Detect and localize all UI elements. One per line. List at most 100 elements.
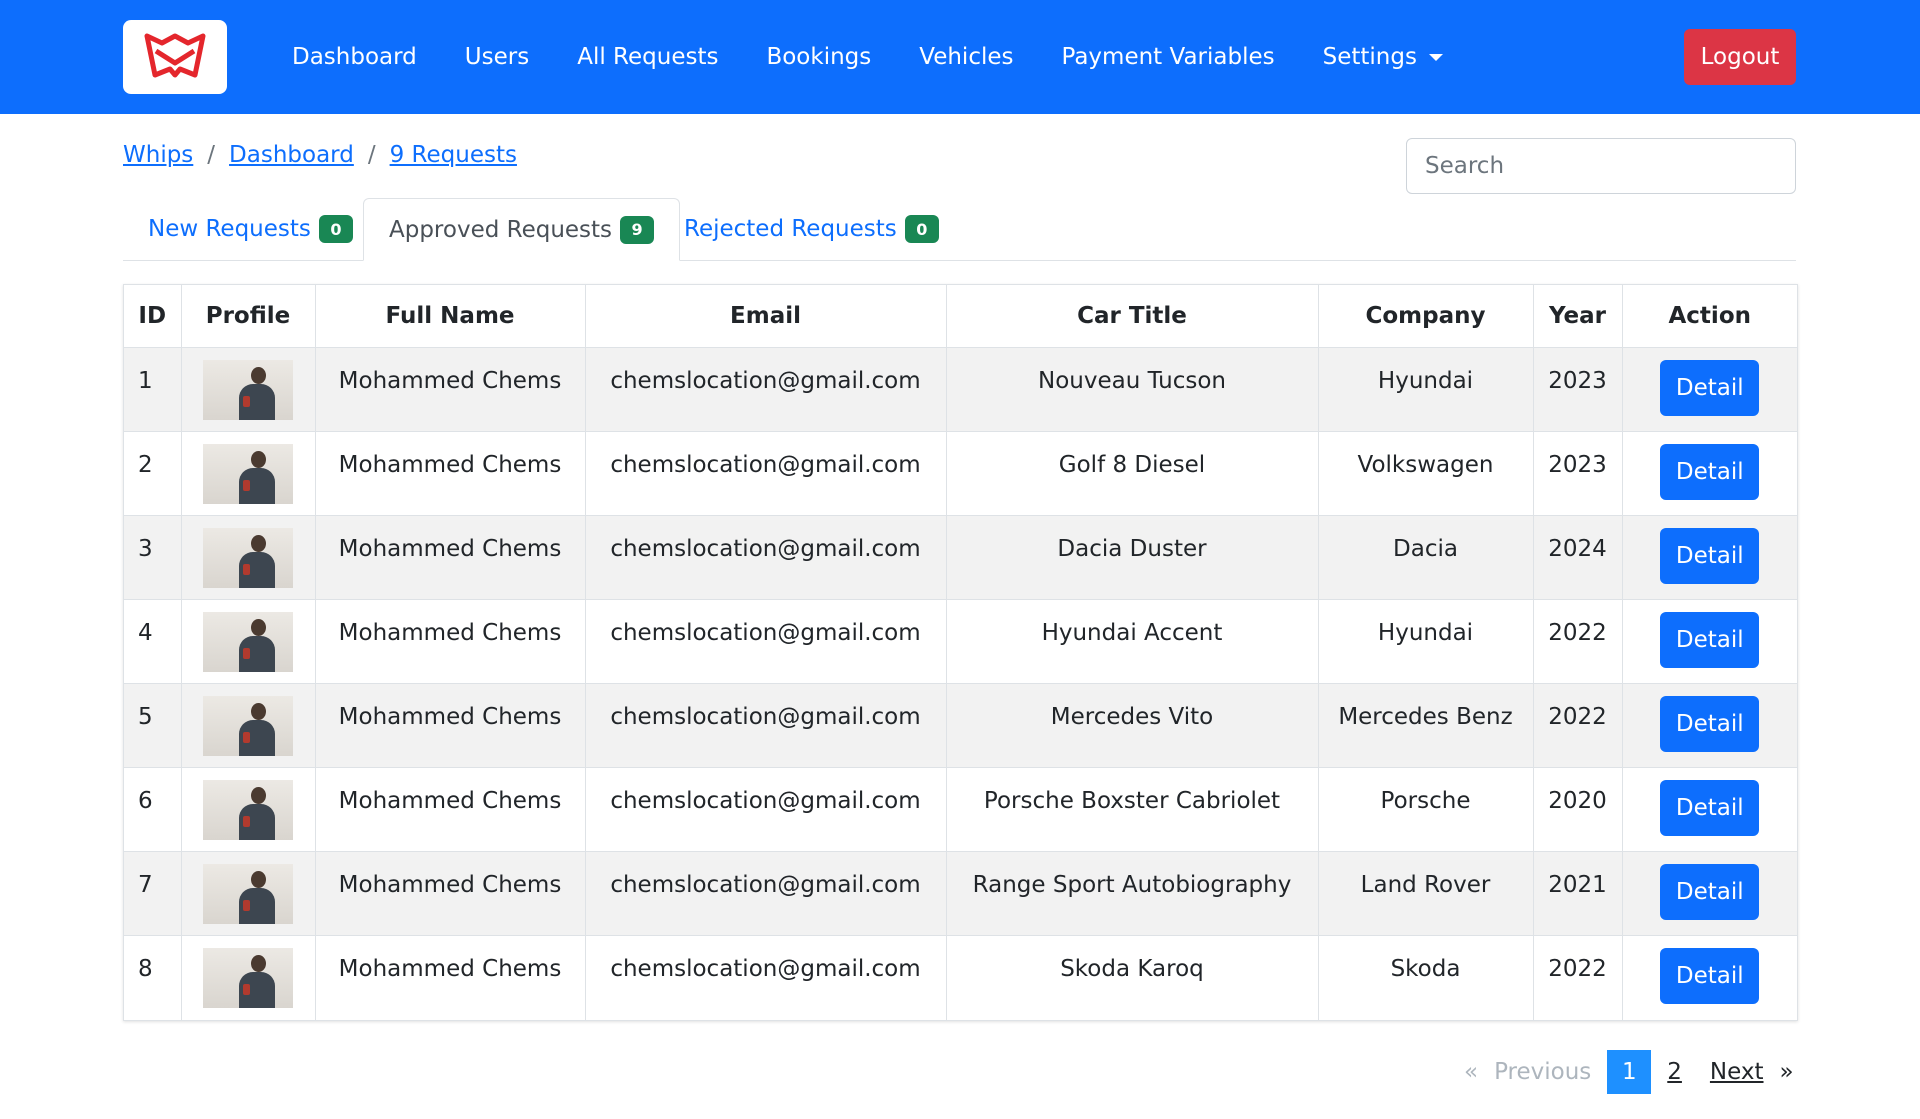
cell-year: 2020 <box>1533 767 1623 852</box>
cell-year: 2022 <box>1533 935 1623 1020</box>
count-badge: 9 <box>620 215 655 244</box>
avatar <box>203 444 293 504</box>
breadcrumb-requests[interactable]: 9 Requests <box>390 142 517 168</box>
cell-profile <box>181 599 316 684</box>
nav-users[interactable]: Users <box>441 44 553 70</box>
column-header-email: Email <box>585 285 947 348</box>
cell-company: Dacia <box>1318 515 1534 600</box>
cell-id: 5 <box>124 683 182 768</box>
nav-settings-dropdown[interactable]: Settings <box>1299 44 1467 70</box>
breadcrumb-dashboard[interactable]: Dashboard <box>229 142 354 168</box>
column-header-company: Company <box>1318 285 1534 348</box>
cell-email: chemslocation@gmail.com <box>585 347 947 432</box>
cell-action: Detail <box>1622 767 1797 852</box>
logout-button[interactable]: Logout <box>1684 29 1796 85</box>
table-header-row: ID Profile Full Name Email Car Title Com… <box>124 285 1797 348</box>
avatar <box>203 612 293 672</box>
column-header-year: Year <box>1533 285 1623 348</box>
cell-action: Detail <box>1622 851 1797 936</box>
cell-year: 2022 <box>1533 599 1623 684</box>
nav-settings-label: Settings <box>1322 44 1417 70</box>
cell-company: Volkswagen <box>1318 431 1534 516</box>
cell-action: Detail <box>1622 599 1797 684</box>
table-body: 1 Mohammed Chems chemslocation@gmail.com No… <box>124 347 1797 1020</box>
whips-logo-icon <box>144 33 206 78</box>
cell-email: chemslocation@gmail.com <box>585 851 947 936</box>
count-badge: 0 <box>904 215 939 243</box>
detail-button[interactable]: Detail <box>1660 864 1760 920</box>
cell-profile <box>181 851 316 936</box>
cell-profile <box>181 683 316 768</box>
nav-bookings[interactable]: Bookings <box>742 44 895 70</box>
previous-page-link: Previous <box>1494 1059 1592 1085</box>
detail-button[interactable]: Detail <box>1660 360 1760 416</box>
cell-year: 2023 <box>1533 431 1623 516</box>
page-1-button[interactable]: 1 <box>1607 1050 1652 1094</box>
nav-vehicles[interactable]: Vehicles <box>895 44 1037 70</box>
cell-full-name: Mohammed Chems <box>315 347 586 432</box>
column-header-id: ID <box>124 285 182 348</box>
avatar <box>203 864 293 924</box>
cell-car-title: Golf 8 Diesel <box>946 431 1319 516</box>
search-input[interactable] <box>1406 138 1796 194</box>
detail-button[interactable]: Detail <box>1660 444 1760 500</box>
breadcrumb-whips[interactable]: Whips <box>123 142 193 168</box>
brand-logo[interactable] <box>123 20 227 94</box>
cell-id: 8 <box>124 935 182 1020</box>
next-page-link[interactable]: Next <box>1710 1059 1764 1085</box>
tab-new-requests[interactable]: New Requests 0 <box>123 198 378 260</box>
column-header-profile: Profile <box>181 285 316 348</box>
detail-button[interactable]: Detail <box>1660 696 1760 752</box>
cell-company: Mercedes Benz <box>1318 683 1534 768</box>
cell-company: Land Rover <box>1318 851 1534 936</box>
cell-id: 3 <box>124 515 182 600</box>
nav-links: Dashboard Users All Requests Bookings Ve… <box>268 0 1467 114</box>
cell-action: Detail <box>1622 431 1797 516</box>
tab-label: Approved Requests <box>389 216 613 243</box>
cell-company: Skoda <box>1318 935 1534 1020</box>
nav-dashboard[interactable]: Dashboard <box>268 44 441 70</box>
cell-action: Detail <box>1622 515 1797 600</box>
tab-rejected-requests[interactable]: Rejected Requests 0 <box>659 198 964 260</box>
cell-email: chemslocation@gmail.com <box>585 767 947 852</box>
cell-action: Detail <box>1622 935 1797 1020</box>
request-tabs: New Requests 0 Approved Requests 9 Rejec… <box>123 198 1796 261</box>
cell-full-name: Mohammed Chems <box>315 683 586 768</box>
cell-email: chemslocation@gmail.com <box>585 515 947 600</box>
cell-profile <box>181 935 316 1020</box>
nav-all-requests[interactable]: All Requests <box>553 44 742 70</box>
detail-button[interactable]: Detail <box>1660 612 1760 668</box>
detail-button[interactable]: Detail <box>1660 780 1760 836</box>
cell-full-name: Mohammed Chems <box>315 935 586 1020</box>
breadcrumb-separator: / <box>367 142 376 168</box>
tab-label: New Requests <box>148 216 311 242</box>
page-2-link[interactable]: 2 <box>1667 1059 1682 1085</box>
nav-payment-variables[interactable]: Payment Variables <box>1038 44 1299 70</box>
cell-full-name: Mohammed Chems <box>315 767 586 852</box>
detail-button[interactable]: Detail <box>1660 528 1760 584</box>
cell-full-name: Mohammed Chems <box>315 431 586 516</box>
cell-car-title: Dacia Duster <box>946 515 1319 600</box>
tab-approved-requests[interactable]: Approved Requests 9 <box>363 198 681 261</box>
breadcrumb-separator: / <box>207 142 216 168</box>
cell-id: 4 <box>124 599 182 684</box>
cell-year: 2022 <box>1533 683 1623 768</box>
cell-full-name: Mohammed Chems <box>315 851 586 936</box>
avatar <box>203 360 293 420</box>
detail-button[interactable]: Detail <box>1660 948 1760 1004</box>
cell-company: Hyundai <box>1318 347 1534 432</box>
cell-email: chemslocation@gmail.com <box>585 431 947 516</box>
table-row: 1 Mohammed Chems chemslocation@gmail.com No… <box>124 347 1797 432</box>
cell-car-title: Porsche Boxster Cabriolet <box>946 767 1319 852</box>
table-row: 6 Mohammed Chems chemslocation@gmail.com Po… <box>124 767 1797 852</box>
avatar <box>203 696 293 756</box>
cell-car-title: Skoda Karoq <box>946 935 1319 1020</box>
cell-email: chemslocation@gmail.com <box>585 935 947 1020</box>
cell-car-title: Hyundai Accent <box>946 599 1319 684</box>
cell-year: 2024 <box>1533 515 1623 600</box>
requests-table: ID Profile Full Name Email Car Title Com… <box>123 284 1798 1021</box>
avatar <box>203 780 293 840</box>
table-row: 4 Mohammed Chems chemslocation@gmail.com Hy… <box>124 599 1797 684</box>
cell-company: Hyundai <box>1318 599 1534 684</box>
cell-profile <box>181 767 316 852</box>
